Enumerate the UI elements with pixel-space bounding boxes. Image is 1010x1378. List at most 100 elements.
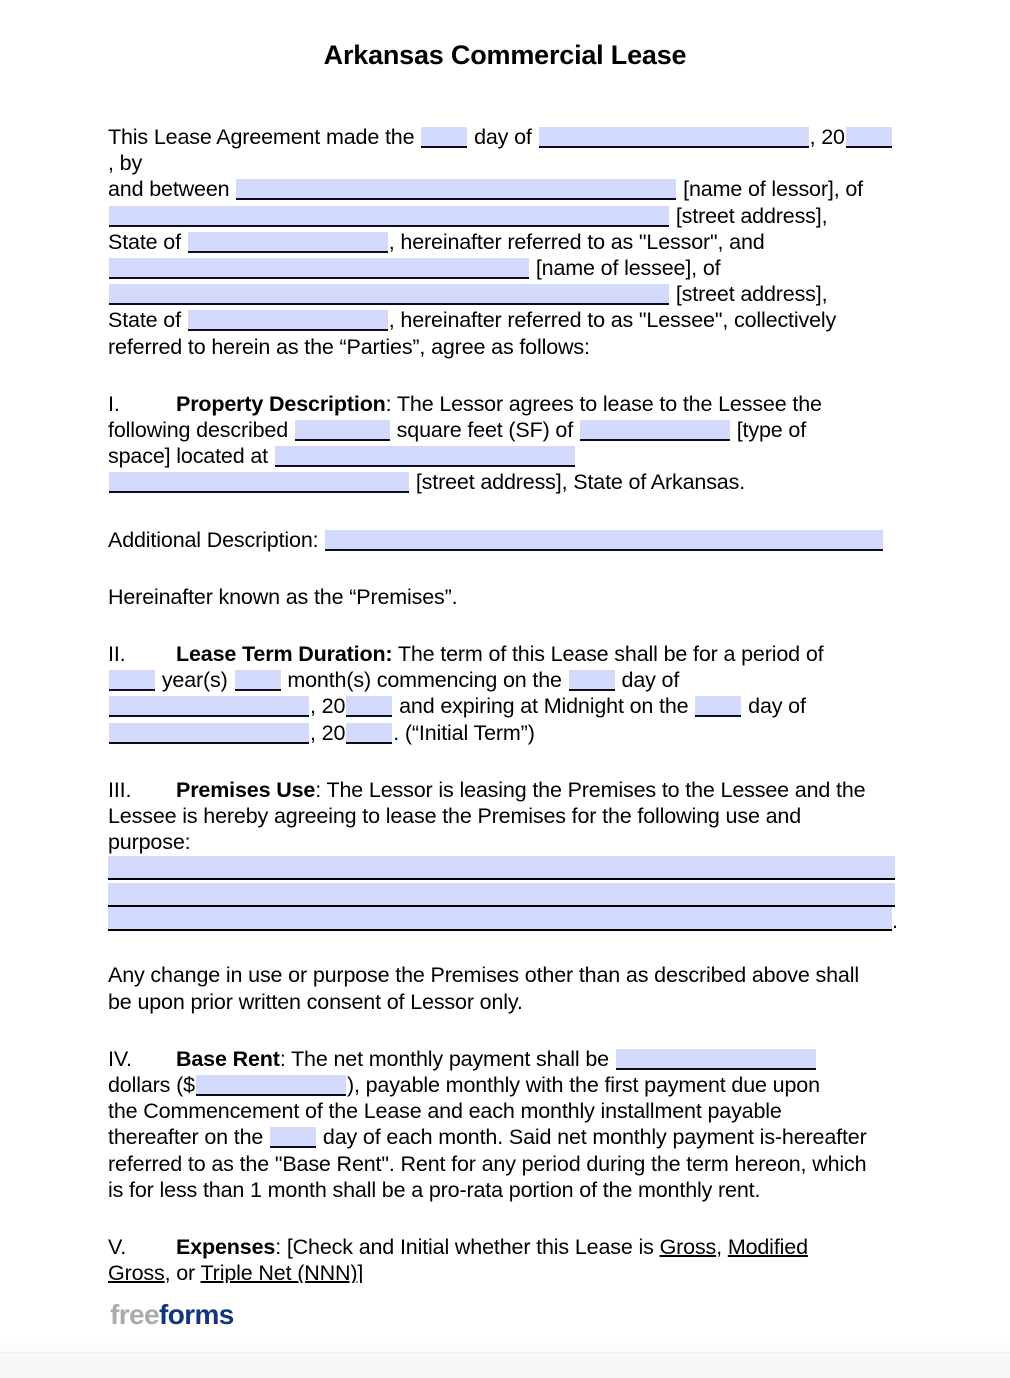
section-text-2-2: year(s) bbox=[161, 668, 228, 693]
expiration-year-field[interactable] bbox=[346, 722, 393, 744]
base-rent-amount-field[interactable] bbox=[195, 1075, 346, 1097]
property-street-address-field[interactable] bbox=[109, 472, 409, 494]
month-field[interactable] bbox=[538, 127, 809, 148]
section-text-4-7: referred to as the "Base Rent". Rent for… bbox=[108, 1151, 867, 1176]
additional-description-label: Additional Description: bbox=[108, 527, 319, 552]
expense-option-modified-gross-cont: Gross bbox=[108, 1261, 165, 1286]
intro-text-11: [street address], bbox=[675, 282, 828, 307]
document-body: This Lease Agreement made the day of , 2… bbox=[108, 124, 898, 1346]
section-text-2-6: and expiring at Midnight on the bbox=[399, 694, 689, 719]
property-location-field[interactable] bbox=[274, 446, 575, 468]
year-field[interactable] bbox=[845, 127, 892, 148]
intro-paragraph: This Lease Agreement made the day of , 2… bbox=[108, 124, 898, 360]
expense-text-close: ] bbox=[357, 1261, 364, 1286]
section-numeral-5: V. bbox=[108, 1235, 127, 1260]
freeforms-logo[interactable]: freeforms bbox=[110, 1301, 234, 1329]
square-feet-field[interactable] bbox=[294, 420, 390, 442]
premises-use-line-3[interactable] bbox=[108, 907, 892, 932]
section-text-3-3: purpose: bbox=[108, 830, 191, 855]
commencement-month-field[interactable] bbox=[109, 696, 309, 718]
premises-use-line-2[interactable] bbox=[108, 883, 895, 908]
expense-option-modified: Modified bbox=[727, 1235, 808, 1260]
section-text-2-1: The term of this Lease shall be for a pe… bbox=[392, 642, 824, 667]
section-heading-5: Expenses bbox=[176, 1235, 276, 1260]
section-heading-2: Lease Term Duration: bbox=[176, 642, 393, 667]
section-text-1-5: space] located at bbox=[108, 444, 269, 469]
intro-text-8: State of bbox=[108, 229, 181, 254]
section-text-2-8: , 20 bbox=[310, 720, 346, 745]
lessor-name-field[interactable] bbox=[236, 179, 677, 201]
section-text-1-2: following described bbox=[108, 418, 289, 443]
section-numeral-2: II. bbox=[108, 642, 126, 667]
intro-text-14: referred to herein as the “Parties”, agr… bbox=[108, 334, 590, 359]
section-text-4-5: thereafter on the bbox=[108, 1125, 264, 1150]
intro-text-6: [name of lessor], of bbox=[683, 177, 863, 202]
rent-due-day-field[interactable] bbox=[270, 1127, 317, 1149]
section-premises-use: III. Premises Use: The Lessor is leasing … bbox=[108, 777, 898, 856]
section-text-1-6: [street address], State of Arkansas. bbox=[415, 470, 746, 495]
intro-text-10: [name of lessee], of bbox=[535, 256, 721, 281]
page-title: Arkansas Commercial Lease bbox=[323, 40, 687, 70]
expense-sep-2: , or bbox=[164, 1261, 201, 1286]
premises-use-lines: . bbox=[108, 856, 898, 932]
section-heading-1: Property Description bbox=[176, 391, 386, 416]
section-text-4-2: dollars ($ bbox=[108, 1073, 195, 1098]
lessor-address-field[interactable] bbox=[109, 205, 669, 227]
expense-sep-1: , bbox=[716, 1235, 728, 1260]
intro-text-1: This Lease Agreement made the bbox=[108, 125, 415, 149]
section-text-4-6: day of each month. Said net monthly paym… bbox=[322, 1125, 867, 1150]
expiration-month-field[interactable] bbox=[109, 722, 309, 744]
premises-note: Hereinafter known as the “Premises”. bbox=[108, 584, 458, 609]
section-text-3-2: Lessee is hereby agreeing to lease the P… bbox=[108, 804, 801, 829]
section-text-3-1: The Lessor is leasing the Premises to th… bbox=[321, 777, 866, 802]
section-numeral-4: IV. bbox=[108, 1046, 132, 1071]
section-heading-4: Base Rent bbox=[176, 1046, 280, 1071]
intro-text-2: day of bbox=[474, 125, 532, 149]
commencement-year-field[interactable] bbox=[346, 696, 393, 718]
intro-text-13: , hereinafter referred to as "Lessee", c… bbox=[388, 308, 837, 333]
logo-free-text: free bbox=[110, 1299, 160, 1330]
day-field[interactable] bbox=[421, 127, 468, 148]
section-text-2-5: , 20 bbox=[310, 694, 346, 719]
intro-text-12: State of bbox=[108, 308, 181, 333]
expiration-day-field[interactable] bbox=[695, 696, 742, 718]
section-numeral-1: I. bbox=[108, 391, 120, 416]
section-text-4-1: The net monthly payment shall be bbox=[285, 1046, 609, 1071]
term-years-field[interactable] bbox=[109, 670, 155, 692]
term-months-field[interactable] bbox=[234, 670, 281, 692]
section-text-2-7: day of bbox=[748, 694, 806, 719]
lessee-address-field[interactable] bbox=[109, 284, 669, 306]
section-expenses: V. Expenses: [Check and Initial whether t… bbox=[108, 1234, 898, 1286]
section-text-4-4: the Commencement of the Lease and each m… bbox=[108, 1099, 782, 1124]
section-text-2-3: month(s) commencing on the bbox=[287, 668, 562, 693]
lessor-state-field[interactable] bbox=[187, 231, 388, 253]
premises-use-line-1[interactable] bbox=[108, 856, 895, 881]
section-text-2-9: . (“Initial Term”) bbox=[393, 720, 535, 745]
base-rent-words-field[interactable] bbox=[615, 1048, 816, 1070]
footer-strip bbox=[0, 1352, 1010, 1378]
commencement-day-field[interactable] bbox=[568, 670, 615, 692]
space-type-field[interactable] bbox=[579, 420, 730, 442]
lessee-state-field[interactable] bbox=[187, 310, 388, 332]
document-page: Arkansas Commercial Lease This Lease Agr… bbox=[0, 0, 1010, 1378]
section-property-description: I. Property Description: The Lessor agree… bbox=[108, 391, 898, 496]
section-text-1-4: [type of bbox=[736, 418, 807, 443]
intro-text-3: , 20 bbox=[809, 125, 845, 149]
section-base-rent: IV. Base Rent: The net monthly payment sh… bbox=[108, 1046, 898, 1203]
expense-option-gross: Gross bbox=[659, 1235, 717, 1260]
section-text-2-4: day of bbox=[621, 668, 680, 693]
expense-option-triple-net: Triple Net (NNN) bbox=[200, 1261, 358, 1286]
section-text-1-3: square feet (SF) of bbox=[396, 418, 574, 443]
intro-text-4: , by bbox=[108, 151, 143, 176]
additional-description-field[interactable] bbox=[325, 529, 884, 551]
intro-text-7: [street address], bbox=[675, 203, 828, 228]
lessee-name-field[interactable] bbox=[109, 258, 529, 280]
use-change-note: Any change in use or purpose the Premise… bbox=[108, 962, 898, 1014]
